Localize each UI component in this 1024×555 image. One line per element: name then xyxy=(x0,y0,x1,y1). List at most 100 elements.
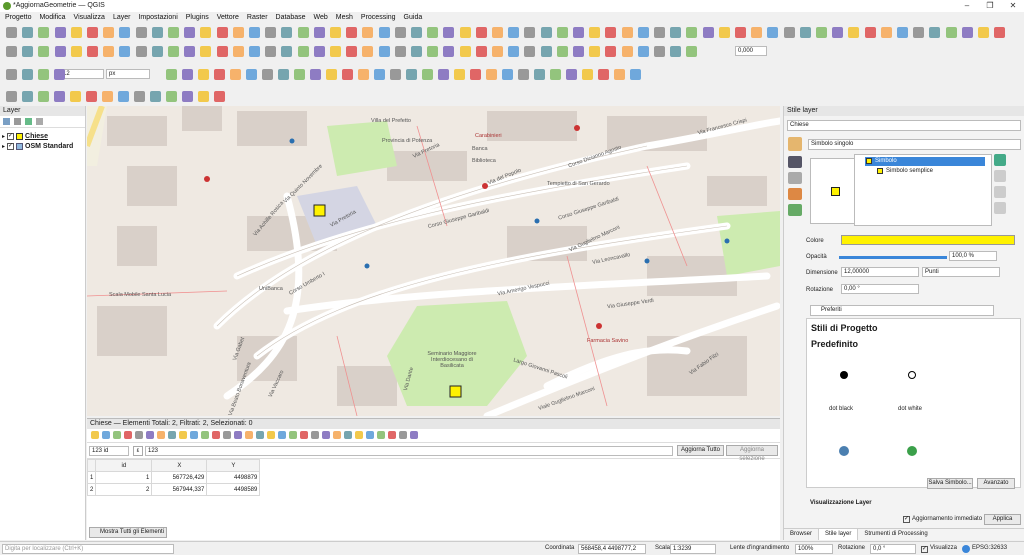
crs-label[interactable]: EPSG:32633 xyxy=(972,545,1007,551)
toolbar-tool-icon[interactable] xyxy=(150,91,161,102)
toolbar-tool-icon[interactable] xyxy=(767,27,779,38)
toolbar-tool-icon[interactable] xyxy=(198,69,209,80)
tree-item-label[interactable]: Simbolo semplice xyxy=(886,167,933,176)
attribute-tool-icon[interactable] xyxy=(278,431,286,439)
toolbar-tool-icon[interactable] xyxy=(22,91,33,102)
toolbar-tool-icon[interactable] xyxy=(550,69,561,80)
toolbar-tool-icon[interactable] xyxy=(182,91,193,102)
apply-button[interactable]: Applica xyxy=(984,514,1021,525)
duplicate-icon[interactable] xyxy=(994,202,1006,214)
toolbar-tool-icon[interactable] xyxy=(470,69,481,80)
close-icon[interactable]: ✕ xyxy=(1006,1,1020,11)
layer-checkbox[interactable]: ✓ xyxy=(7,132,15,140)
toolbar-tool-icon[interactable] xyxy=(265,27,277,38)
toolbar-tool-icon[interactable] xyxy=(342,69,353,80)
toolbar-tool-icon[interactable] xyxy=(637,27,649,38)
attribute-tool-icon[interactable] xyxy=(289,431,297,439)
toolbar-tool-icon[interactable] xyxy=(670,27,682,38)
attribute-tool-icon[interactable] xyxy=(399,431,407,439)
tree-toggle-icon[interactable]: ▸ xyxy=(2,133,5,140)
layer-checkbox[interactable]: ✓ xyxy=(7,142,15,150)
toolbar-tool-icon[interactable] xyxy=(119,46,131,57)
toolbar-tool-icon[interactable] xyxy=(151,27,163,38)
toolbar-tool-icon[interactable] xyxy=(87,27,98,38)
attribute-tool-icon[interactable] xyxy=(201,431,209,439)
toolbar-tool-icon[interactable] xyxy=(184,46,196,57)
layer-item-chiese[interactable]: ▸ ✓ Chiese xyxy=(2,131,83,141)
attribute-tool-icon[interactable] xyxy=(377,431,385,439)
toolbar-tool-icon[interactable] xyxy=(540,46,552,57)
advanced-button[interactable]: Avanzato xyxy=(977,478,1015,489)
toolbar-tool-icon[interactable] xyxy=(508,46,520,57)
toolbar-tool-icon[interactable] xyxy=(897,27,908,38)
toolbar-tool-icon[interactable] xyxy=(330,46,341,57)
table-row[interactable]: 1 1 567726,429 4498879 xyxy=(86,471,261,484)
toolbar-tool-icon[interactable] xyxy=(87,46,98,57)
toolbar-tool-icon[interactable] xyxy=(518,69,529,80)
font-size-input[interactable]: 12 xyxy=(60,69,104,79)
toolbar-tool-icon[interactable] xyxy=(297,27,309,38)
expand-icon[interactable] xyxy=(36,118,43,125)
attribute-tool-icon[interactable] xyxy=(245,431,253,439)
toolbar-tool-icon[interactable] xyxy=(86,91,97,102)
update-all-button[interactable]: Aggiorna Tutto xyxy=(677,445,724,456)
size-unit-select[interactable]: Punti xyxy=(922,267,1000,277)
toolbar-tool-icon[interactable] xyxy=(278,69,289,80)
toolbar-tool-icon[interactable] xyxy=(346,27,358,38)
attribute-tool-icon[interactable] xyxy=(179,431,187,439)
attribute-tool-icon[interactable] xyxy=(157,431,165,439)
eye-icon[interactable] xyxy=(14,118,21,125)
size-input[interactable]: 12,00000 xyxy=(841,267,919,277)
table-cell[interactable]: 1 xyxy=(95,471,153,484)
attribute-tool-icon[interactable] xyxy=(388,431,396,439)
toolbar-tool-icon[interactable] xyxy=(394,27,406,38)
toolbar-tool-icon[interactable] xyxy=(411,27,422,38)
toolbar-tool-icon[interactable] xyxy=(605,27,617,38)
toolbar-tool-icon[interactable] xyxy=(118,91,129,102)
toolbar-tool-icon[interactable] xyxy=(589,27,601,38)
locator-input[interactable]: Digita per localizzare (Ctrl+K) xyxy=(2,544,174,554)
opacity-input[interactable]: 100,0 % xyxy=(949,251,997,261)
menu-web[interactable]: Web xyxy=(314,14,328,21)
attribute-tool-icon[interactable] xyxy=(102,431,110,439)
layer-item-osm[interactable]: ▸ ✓ OSM Standard xyxy=(2,141,83,151)
restore-icon[interactable]: ❐ xyxy=(983,1,997,11)
toolbar-tool-icon[interactable] xyxy=(573,27,584,38)
toolbar-tool-icon[interactable] xyxy=(406,69,417,80)
toolbar-tool-icon[interactable] xyxy=(103,27,115,38)
table-cell[interactable]: 2 xyxy=(95,483,153,496)
toolbar-tool-icon[interactable] xyxy=(621,27,633,38)
toolbar-tool-icon[interactable] xyxy=(411,46,422,57)
attribute-tool-icon[interactable] xyxy=(322,431,330,439)
toolbar-tool-icon[interactable] xyxy=(214,91,225,102)
table-row[interactable]: 2 2 567944,337 4498589 xyxy=(86,483,261,496)
toolbar-tool-icon[interactable] xyxy=(102,91,113,102)
toolbar-tool-icon[interactable] xyxy=(459,27,471,38)
labels-icon[interactable] xyxy=(788,156,802,168)
toolbar-tool-icon[interactable] xyxy=(313,27,325,38)
toolbar-tool-icon[interactable] xyxy=(182,69,193,80)
layer-select[interactable]: Chiese xyxy=(787,120,1021,131)
expression-icon[interactable]: ε xyxy=(133,446,143,456)
toolbar-tool-icon[interactable] xyxy=(310,69,321,80)
toolbar-tool-icon[interactable] xyxy=(249,27,260,38)
toolbar-tool-icon[interactable] xyxy=(249,46,260,57)
live-render-section[interactable]: Visualizzazione Layer xyxy=(810,500,872,506)
toolbar-tool-icon[interactable] xyxy=(119,27,131,38)
column-header[interactable]: id xyxy=(95,459,153,472)
toolbar-tool-icon[interactable] xyxy=(556,46,568,57)
toolbar-tool-icon[interactable] xyxy=(374,69,385,80)
layer-style-icon[interactable] xyxy=(3,118,10,125)
table-cell[interactable]: 567944,337 xyxy=(151,483,208,496)
menu-layer[interactable]: Layer xyxy=(113,14,131,21)
toolbar-tool-icon[interactable] xyxy=(358,69,369,80)
toolbar-tool-icon[interactable] xyxy=(486,69,497,80)
toolbar-tool-icon[interactable] xyxy=(630,69,641,80)
toolbar-tool-icon[interactable] xyxy=(281,27,293,38)
attribute-tool-icon[interactable] xyxy=(300,431,308,439)
attribute-tool-icon[interactable] xyxy=(124,431,132,439)
toolbar-tool-icon[interactable] xyxy=(864,27,876,38)
attribute-tool-icon[interactable] xyxy=(344,431,352,439)
toolbar-tool-icon[interactable] xyxy=(135,27,147,38)
toolbar-tool-icon[interactable] xyxy=(326,69,337,80)
